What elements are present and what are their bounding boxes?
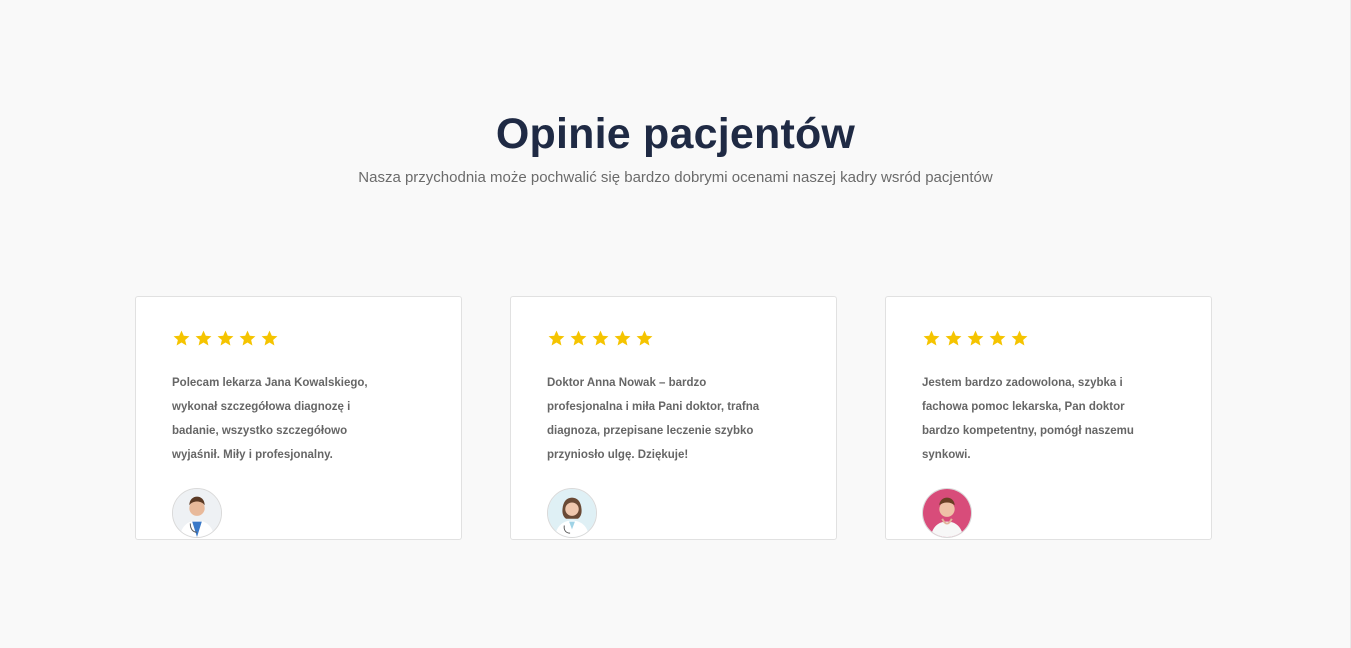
review-text: Jestem bardzo zadowolona, szybka i facho… (922, 377, 1134, 461)
review-text: Doktor Anna Nowak – bardzo profesjonalna… (547, 377, 760, 461)
star-icon (967, 330, 984, 346)
star-icon (195, 330, 212, 346)
doctor-avatar-icon (172, 488, 222, 538)
star-rating (922, 329, 1029, 348)
star-icon (945, 330, 962, 346)
star-icon (239, 330, 256, 346)
star-icon (592, 330, 609, 346)
star-rating (547, 329, 654, 348)
star-rating (172, 329, 279, 348)
testimonial-card: Polecam lekarza Jana Kowalskiego, wykona… (135, 296, 462, 540)
star-icon (636, 330, 653, 346)
testimonial-card: Doktor Anna Nowak – bardzo profesjonalna… (510, 296, 837, 540)
section-title: Opinie pacjentów (495, 110, 856, 158)
doctor-avatar-icon (547, 488, 597, 538)
testimonials-list: Polecam lekarza Jana Kowalskiego, wykona… (135, 296, 1215, 542)
star-icon (570, 330, 587, 346)
review-text: Polecam lekarza Jana Kowalskiego, wykona… (172, 377, 368, 461)
doctor-avatar-icon (922, 488, 972, 538)
star-icon (1011, 330, 1028, 346)
star-icon (217, 330, 234, 346)
star-icon (173, 330, 190, 346)
star-icon (989, 330, 1006, 346)
section-subtitle: Nasza przychodnia może pochwalić się bar… (358, 169, 993, 186)
star-icon (923, 330, 940, 346)
testimonial-card: Jestem bardzo zadowolona, szybka i facho… (885, 296, 1212, 540)
star-icon (614, 330, 631, 346)
star-icon (548, 330, 565, 346)
star-icon (261, 330, 278, 346)
